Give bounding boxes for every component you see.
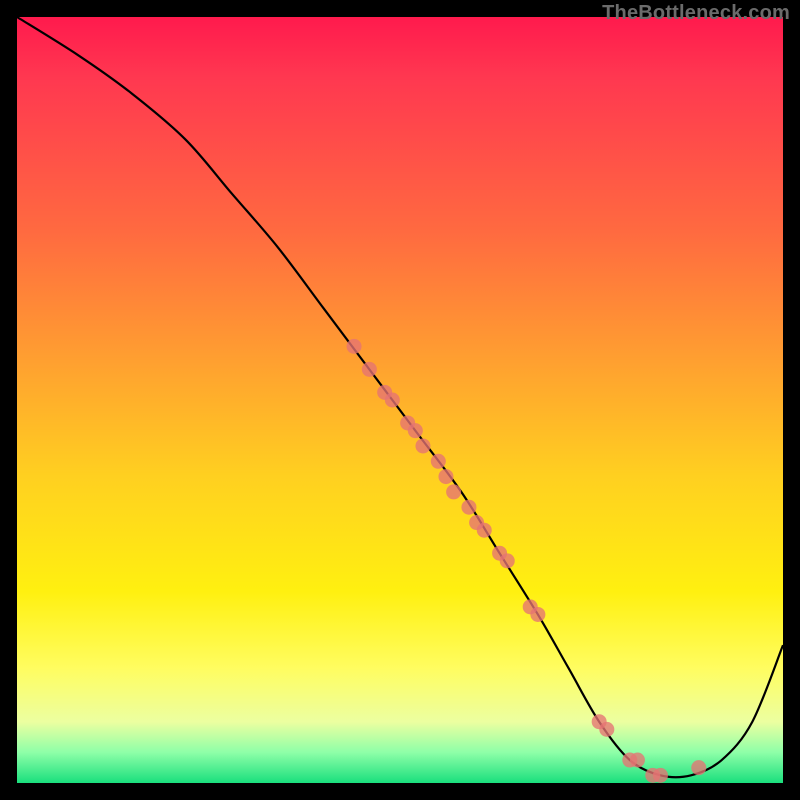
bottleneck-curve xyxy=(17,17,783,777)
data-point xyxy=(362,362,377,377)
data-point xyxy=(477,523,492,538)
data-point xyxy=(530,607,545,622)
data-point xyxy=(446,484,461,499)
data-point xyxy=(408,423,423,438)
chart-svg xyxy=(17,17,783,783)
data-point xyxy=(438,469,453,484)
data-point xyxy=(653,768,668,783)
data-point xyxy=(431,454,446,469)
plot-area xyxy=(17,17,783,783)
data-point xyxy=(500,553,515,568)
data-point xyxy=(461,500,476,515)
highlight-dots xyxy=(347,339,707,783)
data-point xyxy=(415,438,430,453)
data-point xyxy=(599,722,614,737)
chart-frame: TheBottleneck.com xyxy=(0,0,800,800)
data-point xyxy=(385,393,400,408)
data-point xyxy=(691,760,706,775)
data-point xyxy=(347,339,362,354)
data-point xyxy=(630,753,645,768)
watermark-text: TheBottleneck.com xyxy=(602,2,790,25)
